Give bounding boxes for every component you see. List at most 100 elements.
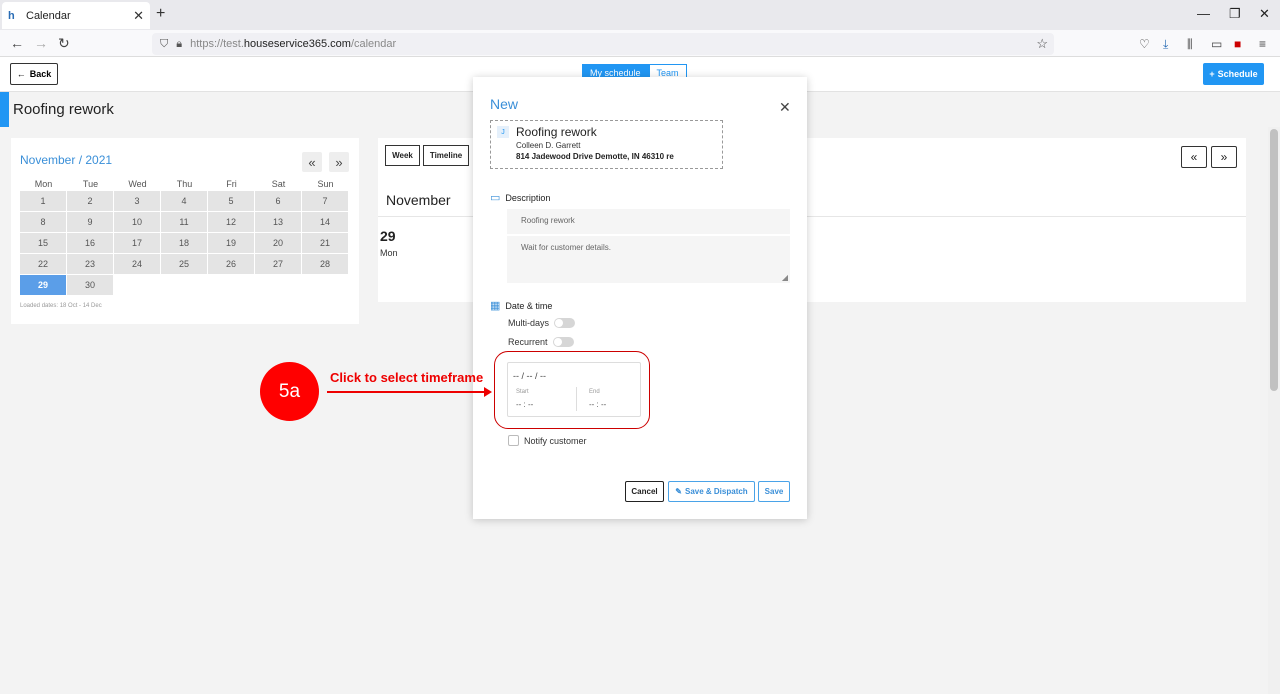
annotation-arrow-icon [327, 387, 492, 397]
download-icon[interactable]: ⤓ [1163, 37, 1168, 52]
notify-customer-label: Notify customer [524, 435, 587, 446]
mini-calendar-day[interactable]: 8 [20, 212, 66, 232]
resize-grip-icon[interactable]: ◢ [782, 273, 788, 282]
new-tab-icon[interactable]: + [156, 5, 165, 23]
shield-icon: ⛉ [160, 37, 169, 50]
prev-period-icon[interactable]: « [1181, 146, 1207, 168]
browser-tab[interactable]: h Calendar ✕ [2, 2, 150, 29]
mini-calendar-day[interactable]: 4 [161, 191, 207, 211]
back-button-label: Back [29, 69, 52, 79]
mini-calendar-day[interactable]: 27 [255, 254, 301, 274]
mini-calendar-day[interactable]: 7 [302, 191, 348, 211]
mini-calendar-day[interactable]: 30 [67, 275, 113, 295]
new-appointment-modal: New ✕ J Roofing rework Colleen D. Garret… [473, 77, 807, 519]
page-scrollbar[interactable] [1268, 127, 1280, 694]
cancel-button[interactable]: Cancel [625, 481, 664, 502]
mini-calendar-day[interactable]: 5 [208, 191, 254, 211]
tag-icon: ▭ [490, 192, 501, 204]
mini-calendar-day[interactable]: 15 [20, 233, 66, 253]
mini-calendar-day[interactable]: 6 [255, 191, 301, 211]
schedule-button[interactable]: + Schedule [1203, 63, 1264, 85]
save-button[interactable]: Save [758, 481, 790, 502]
multi-days-toggle[interactable] [554, 318, 576, 328]
site-favicon-icon: h [8, 9, 15, 22]
reload-icon[interactable]: ↻ [58, 35, 70, 52]
highlight-outline [494, 351, 650, 429]
schedule-button-label: Schedule [1217, 69, 1258, 79]
multi-days-label: Multi-days [508, 318, 550, 328]
save-dispatch-button[interactable]: ✎ Save & Dispatch [668, 481, 755, 502]
mini-calendar-day[interactable]: 3 [114, 191, 160, 211]
minimize-icon[interactable]: — [1197, 6, 1210, 21]
mini-calendar-day[interactable]: 25 [161, 254, 207, 274]
mini-calendar-day[interactable]: 11 [161, 212, 207, 232]
address-bar[interactable]: ⛉ 🔒︎ https://test.houseservice365.com/ca… [152, 33, 1054, 55]
weekday-header: Thu [176, 179, 193, 189]
prev-month-icon[interactable]: « [302, 152, 322, 172]
calendar-month-label: November [386, 192, 451, 208]
mini-calendar-day[interactable]: 19 [208, 233, 254, 253]
wrench-icon: ✎ [675, 487, 682, 496]
mini-calendar-day[interactable]: 22 [20, 254, 66, 274]
mini-calendar-day[interactable]: 12 [208, 212, 254, 232]
mini-calendar-day[interactable]: 24 [114, 254, 160, 274]
page-title: Roofing rework [13, 101, 114, 118]
timeline-view-button[interactable]: Timeline [423, 145, 469, 166]
restore-icon[interactable]: ❐ [1229, 6, 1241, 22]
week-view-button[interactable]: Week [385, 145, 420, 166]
mini-calendar-day[interactable]: 1 [20, 191, 66, 211]
close-icon[interactable]: ✕ [779, 99, 791, 116]
notify-customer-checkbox[interactable] [508, 435, 519, 446]
mini-calendar-day[interactable]: 18 [161, 233, 207, 253]
mini-calendar-day[interactable]: 29 [20, 275, 66, 295]
mini-calendar-day[interactable]: 13 [255, 212, 301, 232]
back-arrow-icon[interactable]: ← [10, 35, 24, 51]
day-name: Mon [380, 248, 398, 258]
mini-calendar-day[interactable]: 28 [302, 254, 348, 274]
mini-calendar-day[interactable]: 26 [208, 254, 254, 274]
mini-calendar-day[interactable]: 9 [67, 212, 113, 232]
next-month-icon[interactable]: » [329, 152, 349, 172]
sidebar-icon[interactable]: ▭ [1211, 37, 1222, 51]
job-badge: J [497, 126, 509, 138]
mini-calendar-day[interactable]: 21 [302, 233, 348, 253]
weekday-header: Sun [317, 179, 334, 189]
lock-icon: 🔒︎ [176, 37, 183, 50]
modal-title: New [490, 96, 519, 112]
tab-title: Calendar [26, 9, 71, 22]
mini-calendar-day[interactable]: 10 [114, 212, 160, 232]
back-button[interactable]: ← Back [10, 63, 58, 85]
extension-icon[interactable]: ■ [1234, 37, 1241, 51]
job-customer: Colleen D. Garrett [516, 141, 581, 150]
mini-calendar-day[interactable]: 17 [114, 233, 160, 253]
title-accent [0, 92, 9, 127]
close-tab-icon[interactable]: ✕ [133, 8, 144, 24]
description-title-input[interactable]: Roofing rework [507, 209, 790, 234]
datetime-section-label: ▦ Date & time [490, 300, 553, 312]
recurrent-toggle[interactable] [552, 337, 574, 347]
browser-tab-bar: h Calendar ✕ + — ❐ ✕ [0, 0, 1280, 30]
weekday-header: Mon [34, 179, 53, 189]
multi-days-row: Multi-days [508, 318, 576, 328]
window-close-icon[interactable]: ✕ [1259, 6, 1270, 22]
pocket-icon[interactable]: ♡ [1139, 37, 1150, 51]
library-icon[interactable]: ⫼ [1187, 37, 1193, 52]
mini-calendar-month: November / 2021 [20, 153, 113, 167]
bookmark-star-icon[interactable]: ☆ [1036, 36, 1048, 52]
url-text: https://test.houseservice365.com/calenda… [190, 38, 397, 50]
mini-calendar-day[interactable]: 16 [67, 233, 113, 253]
annotation-text: Click to select timeframe [330, 370, 484, 385]
menu-icon[interactable]: ≡ [1259, 37, 1266, 51]
day-number: 29 [380, 228, 396, 244]
mini-calendar-day[interactable]: 23 [67, 254, 113, 274]
forward-arrow-icon[interactable]: → [34, 35, 48, 51]
mini-calendar-day[interactable]: 2 [67, 191, 113, 211]
job-card[interactable]: J Roofing rework Colleen D. Garrett 814 … [490, 120, 723, 169]
weekday-header: Sat [271, 179, 286, 189]
mini-calendar-day[interactable]: 20 [255, 233, 301, 253]
description-notes-textarea[interactable]: Wait for customer details. ◢ [507, 236, 790, 283]
scrollbar-thumb[interactable] [1270, 129, 1278, 391]
mini-calendar-day[interactable]: 14 [302, 212, 348, 232]
recurrent-row: Recurrent [508, 337, 574, 347]
next-period-icon[interactable]: » [1211, 146, 1237, 168]
